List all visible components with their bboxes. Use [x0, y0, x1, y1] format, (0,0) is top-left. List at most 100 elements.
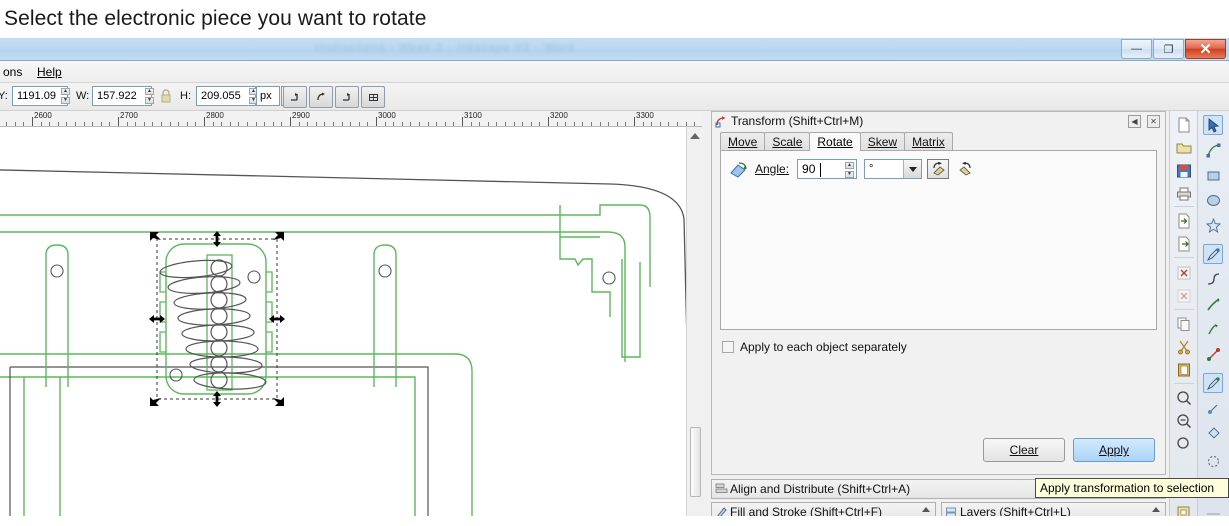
scroll-up-arrow-icon[interactable] — [690, 133, 700, 139]
ne-rotate-handle[interactable] — [273, 232, 284, 241]
clear-button-label: Clear — [1009, 443, 1039, 457]
text-tool-icon[interactable] — [1203, 319, 1223, 339]
ruler-minor-tick — [419, 122, 420, 126]
vertical-scroll-thumb[interactable] — [690, 427, 701, 497]
print-icon[interactable] — [1174, 184, 1194, 204]
redo-icon[interactable] — [1174, 286, 1194, 306]
right-hole-circle — [378, 264, 392, 278]
tab-rotate[interactable]: Rotate — [809, 132, 861, 151]
paint-bucket-icon[interactable] — [1203, 423, 1223, 443]
green-bracket-path — [559, 237, 641, 362]
angle-row: Angle: 90 ▲ ▼ ° — [729, 159, 976, 179]
ruler-minor-tick — [505, 122, 506, 126]
ruler-minor-tick — [573, 122, 575, 126]
window-close-button[interactable]: ✕ — [1185, 39, 1226, 59]
ruler-minor-tick — [659, 122, 661, 126]
panel-close-button[interactable]: ✕ — [1147, 115, 1160, 128]
angle-unit-select[interactable]: ° — [864, 159, 923, 179]
chevron-up-icon[interactable] — [1152, 507, 1160, 512]
ruler-minor-tick — [651, 122, 653, 126]
ruler-minor-tick — [247, 122, 248, 126]
tab-skew[interactable]: Skew — [859, 132, 906, 151]
coil-spring-object[interactable] — [159, 243, 273, 395]
window-restore-button[interactable]: ❐ — [1153, 39, 1184, 59]
clear-button[interactable]: Clear — [983, 438, 1065, 462]
apply-button[interactable]: Apply — [1073, 438, 1155, 462]
chevron-down-icon[interactable] — [903, 160, 922, 178]
window-title: Instructions - Week 2 - Inkscape V2 - Wo… — [315, 42, 575, 54]
star-tool-icon[interactable] — [1203, 215, 1223, 235]
w-stepper[interactable]: ▲ ▼ — [141, 88, 154, 104]
zoom-page-icon[interactable] — [1174, 434, 1194, 454]
sw-rotate-handle[interactable] — [150, 397, 161, 406]
apply-to-each-object-checkbox[interactable] — [722, 341, 734, 353]
angle-input[interactable]: 90 ▲ ▼ — [797, 159, 858, 179]
se-rotate-handle[interactable] — [273, 397, 284, 406]
canvas-vector-content — [0, 169, 692, 526]
connector-tool-icon[interactable] — [1203, 398, 1223, 418]
rectangle-tool-icon[interactable] — [1203, 165, 1223, 185]
zoom-out-icon[interactable] — [1174, 411, 1194, 431]
pencil-tool-icon[interactable] — [1203, 244, 1223, 264]
window-minimize-button[interactable]: — — [1121, 39, 1152, 59]
selector-tool-icon[interactable] — [1203, 115, 1223, 135]
ruler-minor-tick — [539, 122, 541, 126]
y-stepper[interactable]: ▲ ▼ — [57, 88, 70, 104]
w-field[interactable]: 157.922 ▲ ▼ — [92, 86, 154, 106]
green-frame-path — [0, 204, 651, 302]
menu-item-help[interactable]: Help — [32, 64, 67, 80]
bezier-tool-icon[interactable] — [1203, 269, 1223, 289]
tab-scale[interactable]: Scale — [764, 132, 811, 151]
gradients-icon — [342, 92, 350, 101]
open-document-icon[interactable] — [1174, 138, 1194, 158]
tab-matrix[interactable]: Matrix — [904, 132, 953, 151]
h-field[interactable]: 209.055 ▲ ▼ — [196, 86, 258, 106]
patterns-icon — [368, 93, 378, 101]
node-tool-icon[interactable] — [1203, 140, 1223, 160]
ruler-minor-tick — [608, 122, 610, 126]
apply-to-each-object-row[interactable]: Apply to each object separately — [722, 340, 907, 354]
h-value: 209.055 — [201, 90, 241, 102]
align-icon — [715, 483, 728, 493]
paste-icon[interactable] — [1174, 360, 1194, 380]
apply-button-label: Apply — [1098, 443, 1130, 457]
y-field-label: Y: — [0, 90, 8, 102]
y-field[interactable]: 1191.09 ▲ ▼ — [12, 86, 70, 106]
lock-aspect-icon[interactable] — [160, 89, 172, 103]
ellipse-tool-icon[interactable] — [1203, 190, 1223, 210]
affect-patterns-toggle[interactable] — [361, 86, 385, 108]
tab-move[interactable]: Move — [720, 132, 766, 151]
unit-select[interactable]: px — [256, 86, 280, 106]
rotate-clockwise-button[interactable] — [927, 159, 950, 179]
ruler-minor-tick — [14, 122, 16, 126]
affect-rounded-corners-toggle[interactable] — [309, 86, 333, 108]
angle-stepper[interactable]: ▲ ▼ — [845, 162, 855, 178]
ruler-label: 2700 — [120, 111, 138, 120]
gradient-tool-icon[interactable] — [1203, 344, 1223, 364]
new-document-icon[interactable] — [1174, 115, 1194, 135]
export-icon[interactable] — [1174, 234, 1194, 254]
nw-rotate-handle[interactable] — [150, 232, 161, 241]
calligraphy-tool-icon[interactable] — [1203, 294, 1223, 314]
affect-stroke-width-toggle[interactable] — [283, 86, 307, 108]
horizontal-ruler[interactable]: 260027002800290030003100320033003400 — [0, 111, 702, 127]
dropper-tool-icon[interactable] — [1203, 373, 1223, 393]
undo-icon[interactable] — [1174, 263, 1194, 283]
import-icon[interactable] — [1174, 211, 1194, 231]
affect-gradients-toggle[interactable] — [335, 86, 359, 108]
tweak-tool-icon[interactable] — [1203, 451, 1223, 471]
ruler-minor-tick — [333, 122, 334, 126]
cut-icon[interactable] — [1174, 337, 1194, 357]
save-document-icon[interactable] — [1174, 161, 1194, 181]
panel-dock-button[interactable]: ◀ — [1128, 115, 1141, 128]
zoom-in-icon[interactable] — [1174, 388, 1194, 408]
h-stepper[interactable]: ▲ ▼ — [245, 88, 258, 104]
selection-bounding-box — [156, 238, 278, 400]
copy-icon[interactable] — [1174, 314, 1194, 334]
menu-item-extensions[interactable]: ons — [0, 64, 27, 80]
canvas-vertical-scrollbar[interactable] — [686, 127, 702, 526]
rotate-counterclockwise-button[interactable] — [954, 159, 976, 179]
ruler-minor-tick — [444, 122, 446, 126]
drawing-canvas[interactable] — [0, 127, 702, 526]
chevron-up-icon[interactable] — [922, 507, 930, 512]
